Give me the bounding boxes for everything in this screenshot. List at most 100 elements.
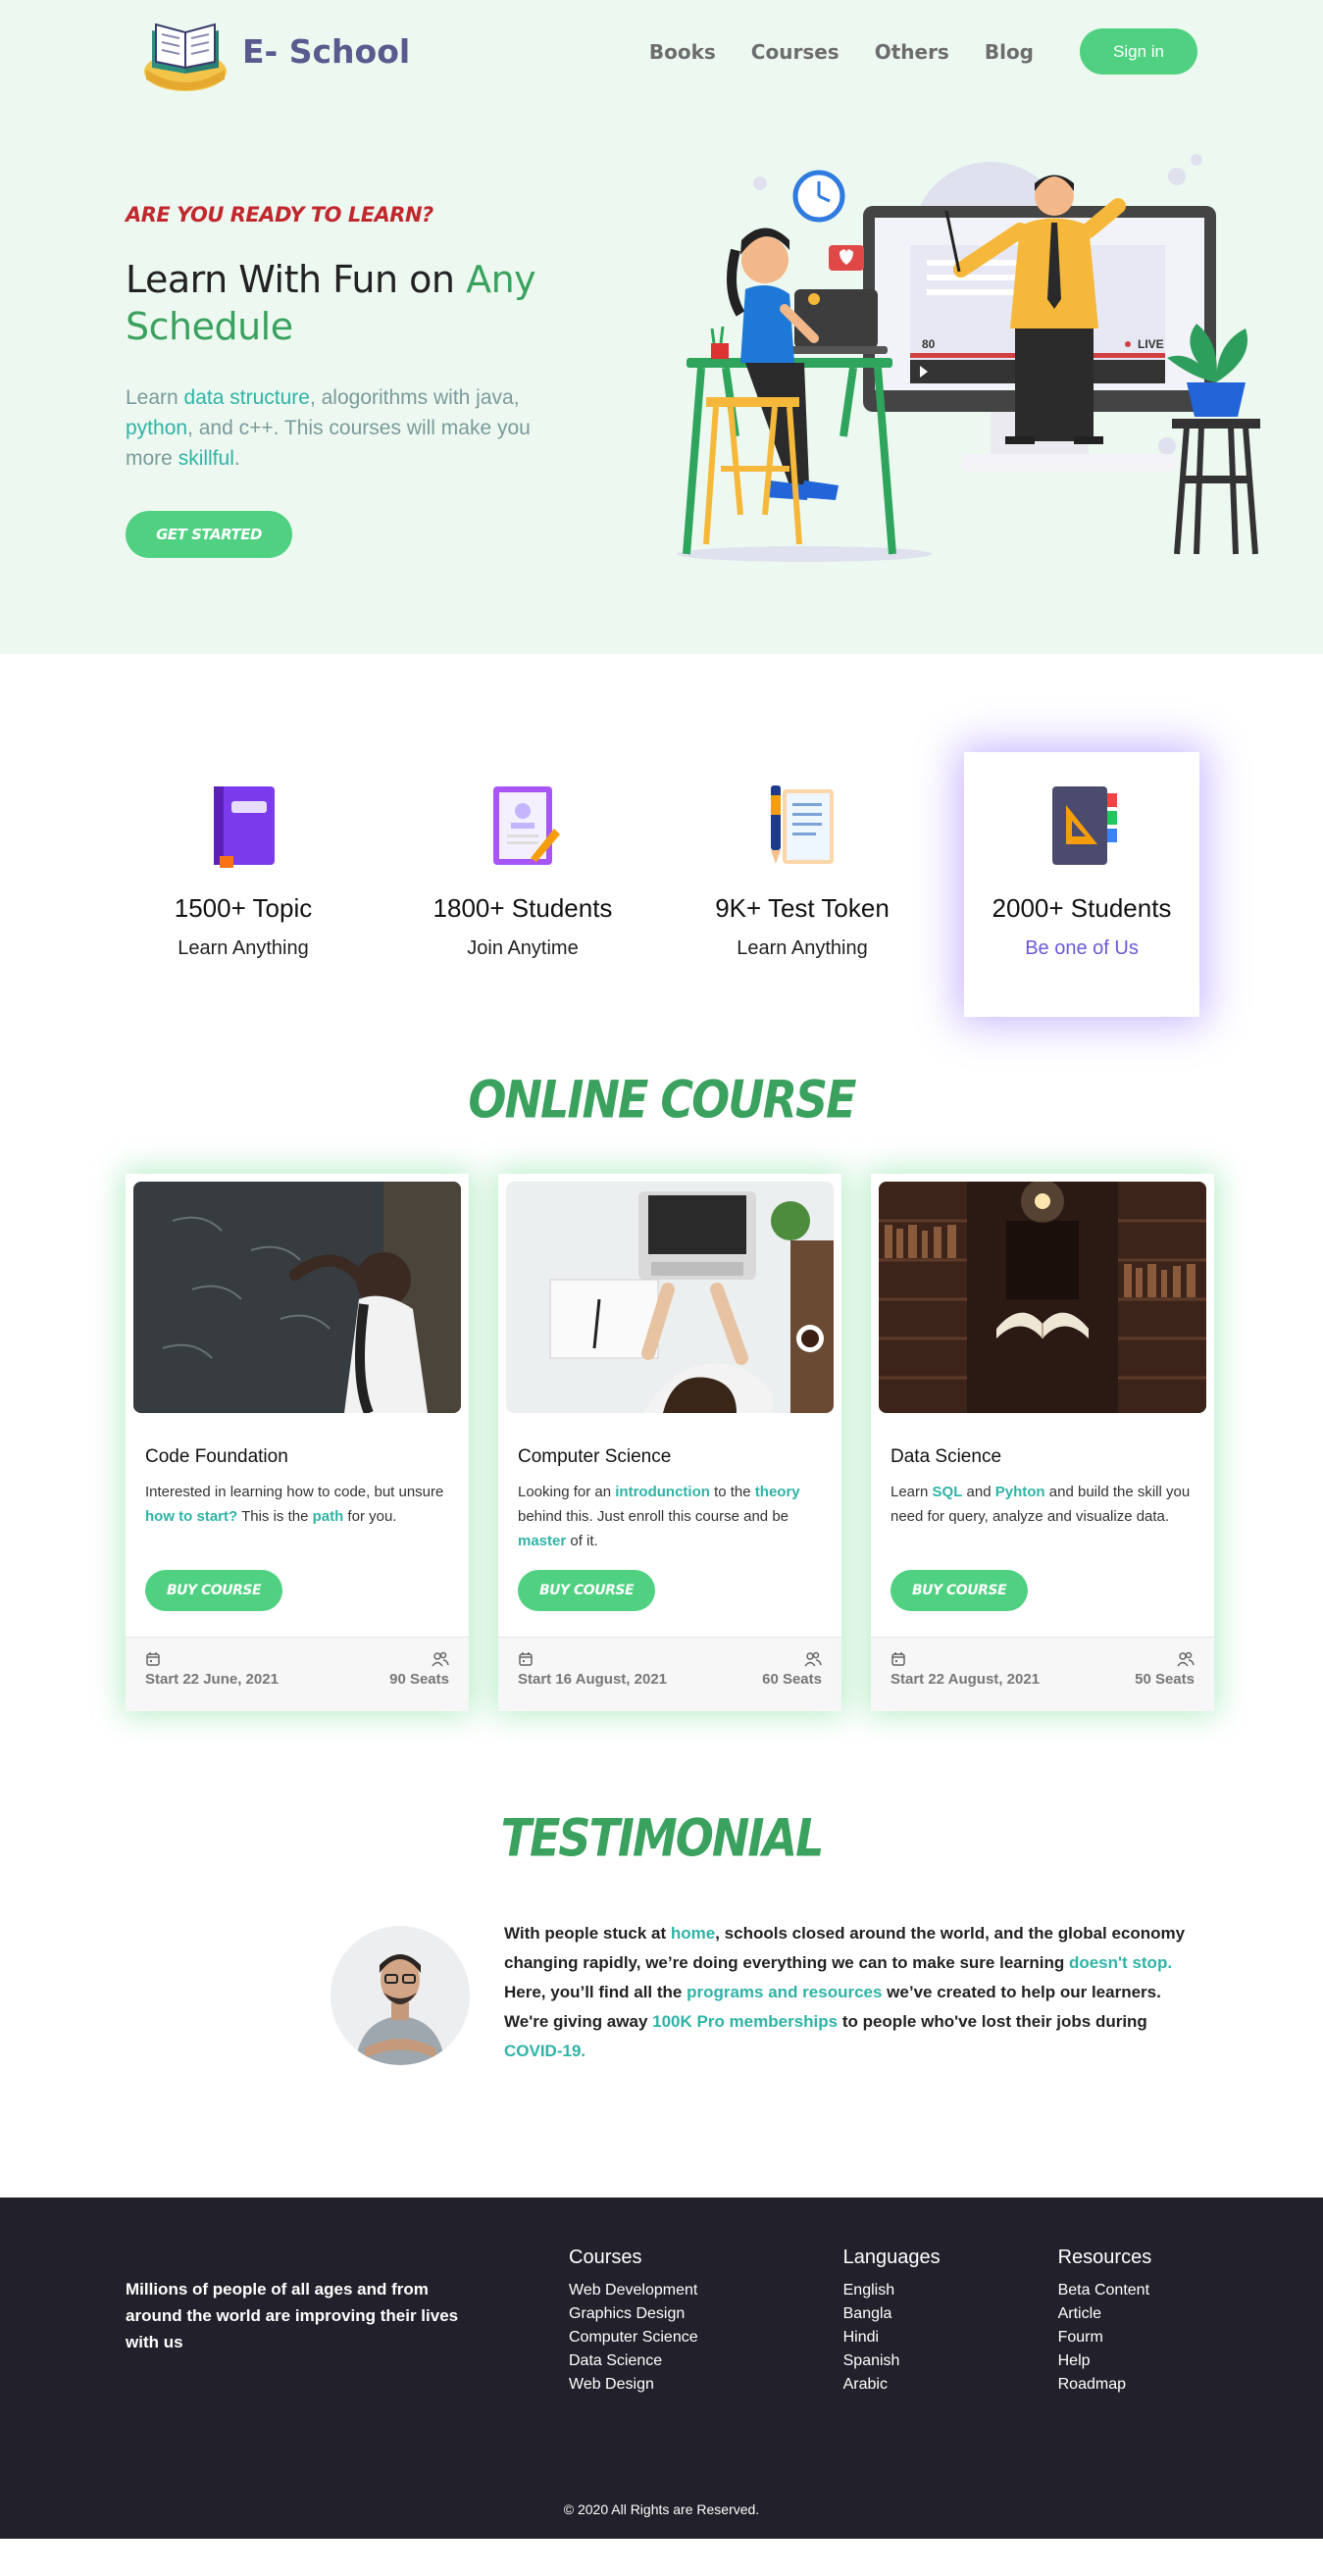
hero-eyebrow: ARE YOU READY TO LEARN? bbox=[126, 203, 433, 227]
stat-students-featured[interactable]: 2000+ Students Be one of Us bbox=[964, 752, 1199, 1017]
hero-desc-highlight: python bbox=[126, 417, 188, 439]
hero-section: E- School Books Courses Others Blog Sign… bbox=[0, 0, 1323, 654]
stat-subtitle: Be one of Us bbox=[1025, 937, 1139, 959]
seats: 90 Seats bbox=[389, 1651, 449, 1711]
hero-desc-text: , alogorithms with java, bbox=[309, 386, 520, 409]
hero-title: Learn With Fun on Any Schedule bbox=[126, 256, 596, 350]
get-started-button[interactable]: GET STARTED bbox=[126, 511, 292, 558]
hero-content: ARE YOU READY TO LEARN? Learn With Fun o… bbox=[0, 103, 1323, 564]
card-footer: Start 22 August, 2021 50 Seats bbox=[871, 1637, 1214, 1711]
quote-highlight: programs and resources bbox=[687, 1983, 883, 2001]
desc-text: behind this. Just enroll this course and… bbox=[518, 1508, 789, 1525]
courses-heading-wrap: ONLINE COURSE bbox=[0, 1056, 1323, 1174]
desc-text: Looking for an bbox=[518, 1484, 616, 1500]
courses-section: Code Foundation Interested in learning h… bbox=[0, 1174, 1323, 1811]
stat-topics: 1500+ Topic Learn Anything bbox=[126, 752, 361, 1017]
footer-col-languages: Languages English Bangla Hindi Spanish A… bbox=[843, 2247, 941, 2397]
open-book-icon bbox=[144, 23, 227, 91]
stat-subtitle: Join Anytime bbox=[467, 937, 579, 959]
desc-text: for you. bbox=[343, 1508, 397, 1525]
footer-link[interactable]: Beta Content bbox=[1058, 2279, 1152, 2302]
hero-text: ARE YOU READY TO LEARN? Learn With Fun o… bbox=[126, 103, 596, 564]
sign-in-button[interactable]: Sign in bbox=[1080, 28, 1197, 75]
course-card-data-science: Data Science Learn SQL and Pyhton and bu… bbox=[871, 1174, 1214, 1711]
nav-link-books[interactable]: Books bbox=[649, 40, 716, 64]
hero-illustration: 80 LIVE bbox=[677, 154, 1260, 562]
start-date: Start 22 June, 2021 bbox=[145, 1651, 279, 1711]
course-title: Computer Science bbox=[518, 1446, 672, 1467]
footer-link[interactable]: Arabic bbox=[843, 2373, 941, 2397]
book-icon bbox=[214, 786, 275, 868]
brand[interactable]: E- School bbox=[142, 11, 410, 93]
buy-course-button[interactable]: BUY COURSE bbox=[145, 1570, 282, 1611]
course-title: Code Foundation bbox=[145, 1446, 288, 1467]
footer-col-title: Courses bbox=[569, 2247, 642, 2268]
footer-link[interactable]: Data Science bbox=[569, 2349, 698, 2373]
courses-title: ONLINE COURSE bbox=[468, 1068, 856, 1131]
desc-highlight: how to start? bbox=[145, 1508, 238, 1525]
library-photo bbox=[879, 1182, 1206, 1413]
clipboard-icon bbox=[771, 785, 834, 864]
calendar-icon bbox=[519, 1652, 533, 1666]
footer-link[interactable]: Web Development bbox=[569, 2279, 698, 2302]
desc-text: to the bbox=[709, 1484, 755, 1500]
desc-highlight: SQL bbox=[932, 1484, 963, 1500]
hero-description: Learn data structure, alogorithms with j… bbox=[126, 382, 547, 474]
hero-desc-highlight: data structure bbox=[183, 386, 310, 409]
id-card-icon bbox=[493, 786, 560, 865]
desc-highlight: path bbox=[312, 1508, 344, 1525]
stat-subtitle: Learn Anything bbox=[178, 937, 309, 959]
start-date-text: Start 22 June, 2021 bbox=[145, 1671, 279, 1688]
card-body: Data Science Learn SQL and Pyhton and bu… bbox=[871, 1413, 1214, 1611]
stats-section: 1500+ Topic Learn Anything 1800+ Student… bbox=[0, 654, 1323, 1056]
seats: 60 Seats bbox=[762, 1651, 822, 1711]
stat-students: 1800+ Students Join Anytime bbox=[405, 752, 640, 1017]
quote-text: Here, you’ll find all the bbox=[504, 1983, 687, 2001]
footer-link[interactable]: English bbox=[843, 2279, 941, 2302]
footer-link[interactable]: Spanish bbox=[843, 2349, 941, 2373]
start-date: Start 16 August, 2021 bbox=[518, 1651, 667, 1711]
footer-col-courses: Courses Web Development Graphics Design … bbox=[569, 2247, 698, 2397]
nav-link-courses[interactable]: Courses bbox=[751, 40, 840, 64]
quote-highlight: home bbox=[670, 1924, 716, 1943]
nav-link-others[interactable]: Others bbox=[875, 40, 949, 64]
quote-text: With people stuck at bbox=[504, 1924, 671, 1943]
nav-link-blog[interactable]: Blog bbox=[985, 40, 1034, 64]
footer-link[interactable]: Bangla bbox=[843, 2302, 941, 2326]
desc-highlight: master bbox=[518, 1533, 567, 1549]
footer-link[interactable]: Computer Science bbox=[569, 2326, 698, 2349]
desc-text: Learn bbox=[890, 1484, 933, 1500]
footer-link[interactable]: Hindi bbox=[843, 2326, 941, 2349]
copyright: © 2020 All Rights are Reserved. bbox=[563, 2501, 760, 2517]
stat-number: 2000+ Students bbox=[992, 893, 1172, 923]
footer-link[interactable]: Web Design bbox=[569, 2373, 698, 2397]
course-description: Interested in learning how to code, but … bbox=[145, 1480, 449, 1553]
nav-links: Books Courses Others Blog Sign in bbox=[649, 28, 1197, 75]
users-icon bbox=[432, 1651, 449, 1667]
testimonial-heading-wrap: TESTIMONIAL bbox=[0, 1807, 1323, 1919]
users-icon bbox=[804, 1651, 822, 1667]
footer-link[interactable]: Roadmap bbox=[1058, 2373, 1152, 2397]
footer-link[interactable]: Article bbox=[1058, 2302, 1152, 2326]
start-date-text: Start 16 August, 2021 bbox=[518, 1671, 667, 1688]
stat-test-tokens: 9K+ Test Token Learn Anything bbox=[685, 752, 920, 1017]
desc-text: of it. bbox=[566, 1533, 598, 1549]
footer-col-title: Resources bbox=[1057, 2247, 1152, 2268]
start-date-text: Start 22 August, 2021 bbox=[890, 1671, 1040, 1688]
buy-course-button[interactable]: BUY COURSE bbox=[890, 1570, 1028, 1611]
card-body: Code Foundation Interested in learning h… bbox=[126, 1413, 469, 1611]
chalkboard-photo bbox=[133, 1182, 461, 1413]
hero-desc-text: Learn bbox=[126, 386, 184, 409]
footer-link[interactable]: Help bbox=[1058, 2349, 1152, 2373]
footer-link[interactable]: Fourm bbox=[1058, 2326, 1152, 2349]
footer-col-title: Languages bbox=[842, 2247, 941, 2268]
desc-text: This is the bbox=[237, 1508, 313, 1525]
laptop-desk-photo bbox=[506, 1182, 834, 1413]
start-date: Start 22 August, 2021 bbox=[890, 1651, 1040, 1711]
footer: Millions of people of all ages and from … bbox=[0, 2197, 1323, 2539]
footer-link[interactable]: Graphics Design bbox=[569, 2302, 698, 2326]
clock-icon bbox=[792, 170, 845, 223]
buy-course-button[interactable]: BUY COURSE bbox=[518, 1570, 655, 1611]
footer-inner: Millions of people of all ages and from … bbox=[0, 2197, 1323, 2397]
